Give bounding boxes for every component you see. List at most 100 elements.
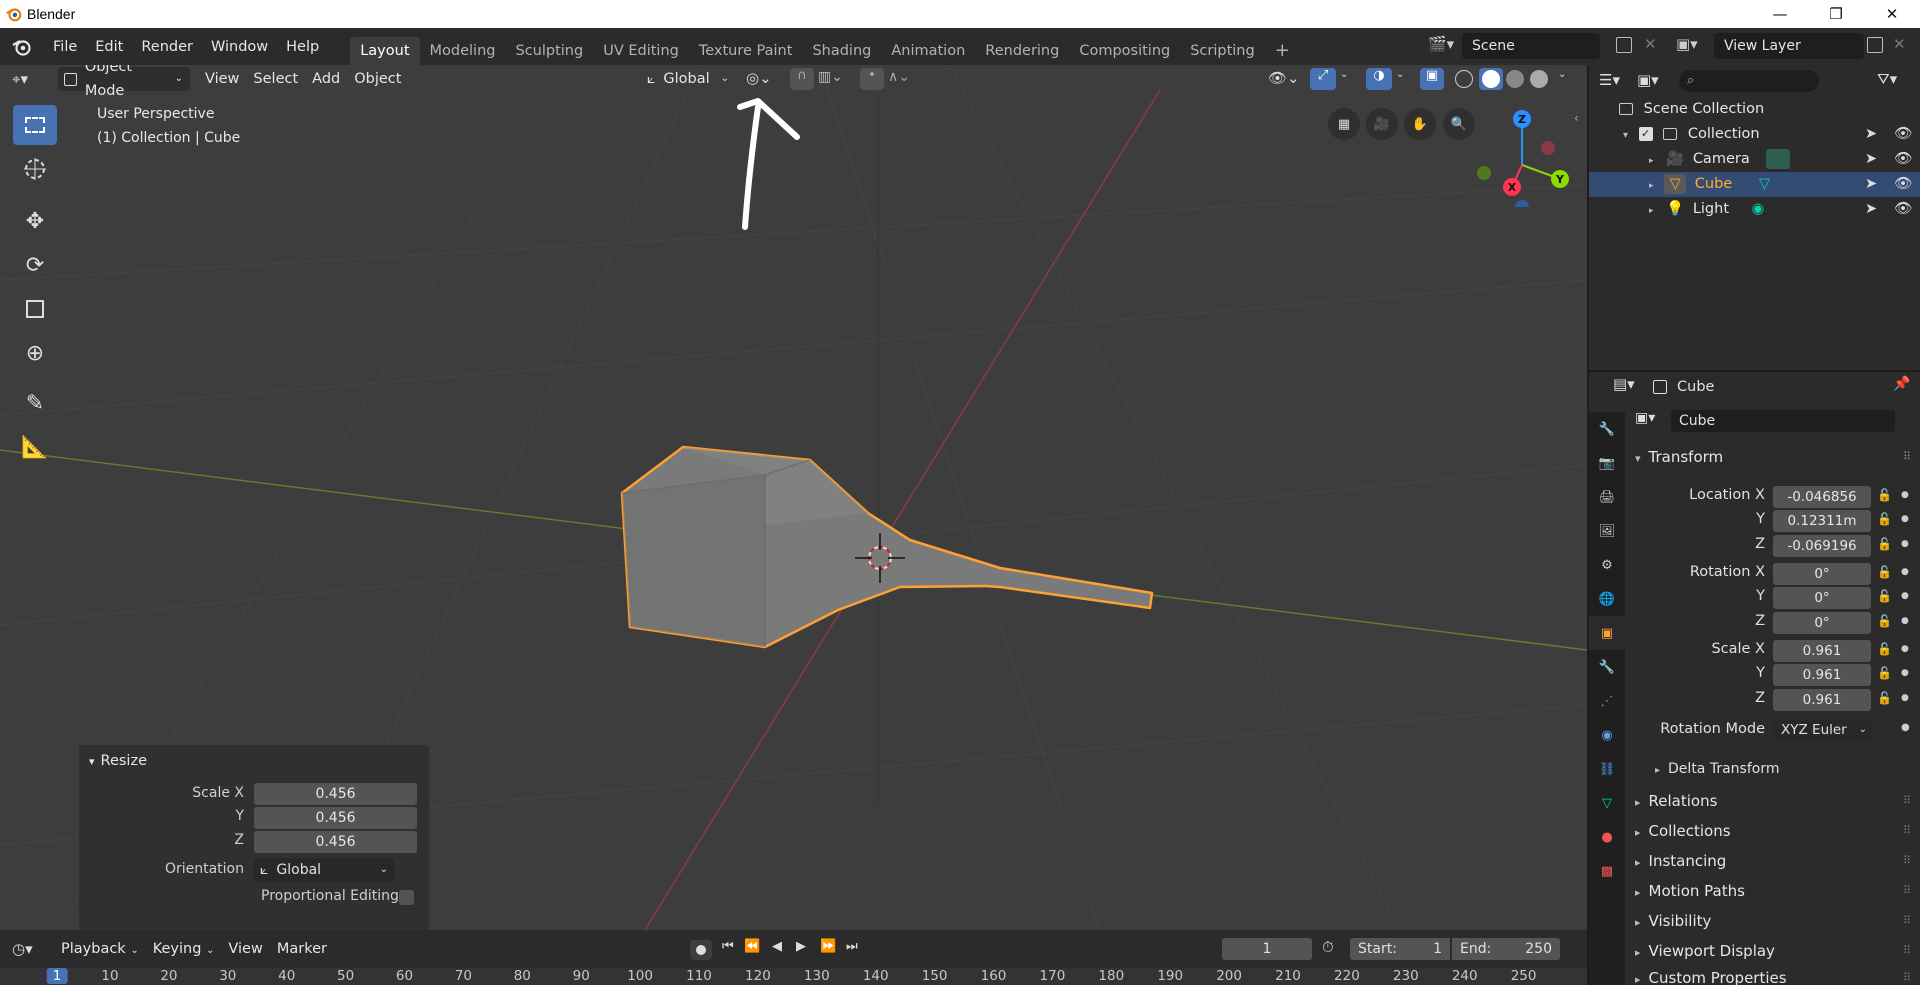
lock-icon[interactable]: 🔓 [1877, 691, 1892, 705]
selectable-arrow-icon[interactable]: ➤ [1865, 172, 1877, 197]
scene-collection-row[interactable]: Scene Collection [1589, 97, 1920, 122]
proportional-falloff-icon[interactable]: ∧⌄ [888, 69, 910, 85]
panel-title[interactable]: ▾ Resize [89, 753, 147, 769]
drag-handle-icon[interactable]: ⠿ [1903, 450, 1911, 463]
expand-arrow-icon[interactable]: ▸ [1649, 156, 1654, 166]
orientation-dropdown[interactable]: ⟀ Global ⌄ [640, 67, 736, 91]
scale-y-field[interactable]: 0.961 [1773, 664, 1871, 686]
snap-target-icon[interactable]: ▥⌄ [818, 69, 843, 85]
new-scene-icon[interactable] [1616, 37, 1632, 53]
location-z-field[interactable]: -0.069196 [1773, 535, 1871, 557]
motion-paths-panel-header[interactable]: Motion Paths [1635, 882, 1745, 900]
jump-end-icon[interactable]: ⏭ [846, 939, 858, 954]
drag-handle-icon[interactable]: ⠿ [1903, 794, 1911, 807]
keyframe-dot-icon[interactable]: ● [1901, 514, 1909, 524]
measure-tool-icon[interactable]: 📐 [13, 427, 57, 467]
rotation-y-field[interactable]: 0° [1773, 587, 1871, 609]
object-datablock-selector[interactable]: ▣▾ [1635, 410, 1675, 432]
preview-range-icon[interactable]: ⏱ [1322, 938, 1334, 956]
lock-icon[interactable]: 🔓 [1877, 642, 1892, 656]
tab-uv-editing[interactable]: UV Editing [593, 37, 689, 65]
lock-icon[interactable]: 🔓 [1877, 512, 1892, 526]
drag-handle-icon[interactable]: ⠿ [1903, 971, 1911, 984]
menu-timeline-view[interactable]: View [221, 937, 269, 961]
viewport-display-panel-header[interactable]: Viewport Display [1635, 942, 1775, 960]
outliner-editor-type-icon[interactable]: ☰▾ [1599, 71, 1620, 89]
custom-properties-panel-header[interactable]: Custom Properties [1635, 969, 1787, 985]
tab-animation[interactable]: Animation [881, 37, 975, 65]
keyframe-dot-icon[interactable]: ● [1901, 668, 1909, 678]
lock-icon[interactable]: 🔓 [1877, 488, 1892, 502]
menu-marker[interactable]: Marker [270, 937, 334, 961]
select-box-tool-icon[interactable] [13, 105, 57, 145]
data-properties-tab-icon[interactable]: ▽ [1589, 786, 1625, 820]
menu-window[interactable]: Window [202, 35, 277, 59]
mesh-data-icon[interactable]: ▽ [1759, 176, 1770, 192]
constraint-properties-tab-icon[interactable]: ⛓ [1589, 752, 1625, 786]
camera-data-icon[interactable] [1766, 149, 1791, 169]
toggle-grid-view-icon[interactable]: ▦ [1328, 108, 1360, 140]
last-operator-panel[interactable]: ▾ Resize Scale X 0.456 Y 0.456 Z 0.456 Or… [79, 745, 429, 930]
close-button[interactable]: ✕ [1864, 0, 1920, 28]
physics-properties-tab-icon[interactable]: ◉ [1589, 718, 1625, 752]
shading-material-icon[interactable] [1506, 70, 1524, 88]
pan-view-icon[interactable]: ✋ [1404, 108, 1436, 140]
menu-add[interactable]: Add [305, 67, 347, 91]
visibility-eye-icon[interactable]: 👁 [1894, 197, 1912, 222]
drag-handle-icon[interactable]: ⠿ [1903, 944, 1911, 957]
overlays-dropdown-icon[interactable]: ⌄ [1396, 69, 1404, 80]
move-tool-icon[interactable]: ✥ [13, 201, 57, 241]
keyframe-dot-icon[interactable]: ● [1901, 722, 1910, 733]
drag-handle-icon[interactable]: ⠿ [1903, 914, 1911, 927]
filter-icon[interactable]: ⛛▾ [1877, 70, 1897, 88]
scale-z-field[interactable]: 0.456 [254, 831, 417, 853]
play-icon[interactable]: ▶ [796, 939, 806, 954]
instancing-panel-header[interactable]: Instancing [1635, 852, 1727, 870]
tab-rendering[interactable]: Rendering [975, 37, 1069, 65]
keyframe-dot-icon[interactable]: ● [1901, 567, 1909, 577]
selectable-arrow-icon[interactable]: ➤ [1865, 197, 1877, 222]
outliner-item-light[interactable]: ▸ 💡 Light ◉ ➤ 👁 [1589, 197, 1920, 222]
delta-transform-header[interactable]: ▸ Delta Transform [1655, 761, 1779, 777]
rotation-z-field[interactable]: 0° [1773, 612, 1871, 634]
scene-selector-icon[interactable]: 🎬▾ [1428, 35, 1460, 59]
texture-properties-tab-icon[interactable]: ▩ [1589, 854, 1625, 888]
proportional-editing-checkbox[interactable] [399, 890, 414, 905]
keyframe-dot-icon[interactable]: ● [1901, 591, 1909, 601]
timeline-editor-type-icon[interactable]: ◷▾ [12, 940, 50, 958]
proportional-editing-icon[interactable]: • [860, 68, 884, 90]
add-workspace-button[interactable]: + [1265, 37, 1300, 65]
scene-properties-tab-icon[interactable]: ⚙ [1589, 548, 1625, 582]
world-properties-tab-icon[interactable]: 🌐 [1589, 582, 1625, 616]
light-data-icon[interactable]: ◉ [1752, 201, 1765, 217]
outliner-item-camera[interactable]: ▸ 🎥 Camera ➤ 👁 [1589, 147, 1920, 172]
shading-dropdown-icon[interactable]: ⌄ [1558, 69, 1566, 80]
menu-select[interactable]: Select [246, 67, 305, 91]
particles-properties-tab-icon[interactable]: ⋰ [1589, 684, 1625, 718]
expand-arrow-icon[interactable]: ▾ [1623, 130, 1628, 141]
shading-solid-icon[interactable] [1479, 68, 1503, 90]
visibility-eye-icon[interactable]: 👁 [1894, 147, 1912, 172]
minimize-button[interactable]: — [1752, 0, 1808, 28]
annotate-tool-icon[interactable]: ✎ [13, 383, 57, 423]
tool-properties-tab-icon[interactable]: 🔧 [1589, 412, 1625, 446]
3d-viewport[interactable]: ⌖▾ Object Mode ⌄ View Select Add Object … [0, 65, 1587, 930]
delete-view-layer-icon[interactable]: ✕ [1893, 35, 1906, 53]
visibility-panel-header[interactable]: Visibility [1635, 912, 1712, 930]
location-y-field[interactable]: 0.12311m [1773, 510, 1871, 532]
axis-navigation-gizmo[interactable]: Z Y X [1470, 107, 1570, 207]
jump-keyframe-forward-icon[interactable]: ⏩ [820, 939, 836, 954]
relations-panel-header[interactable]: Relations [1635, 792, 1718, 810]
gizmo-dropdown-icon[interactable]: ⌄ [1340, 69, 1348, 80]
transform-panel-header[interactable]: Transform [1635, 448, 1724, 466]
menu-render[interactable]: Render [132, 35, 202, 59]
rotation-x-field[interactable]: 0° [1773, 563, 1871, 585]
material-properties-tab-icon[interactable]: ● [1589, 820, 1625, 854]
view-layer-properties-tab-icon[interactable]: 🖼 [1589, 514, 1625, 548]
menu-playback[interactable]: Playback ⌄ [54, 937, 146, 961]
visibility-selectability-icon[interactable]: 👁⌄ [1268, 69, 1300, 87]
collection-checkbox[interactable]: ✓ [1638, 127, 1653, 141]
xray-toggle-icon[interactable]: ▣ [1420, 68, 1444, 90]
drag-handle-icon[interactable]: ⠿ [1903, 884, 1911, 897]
tab-scripting[interactable]: Scripting [1180, 37, 1264, 65]
